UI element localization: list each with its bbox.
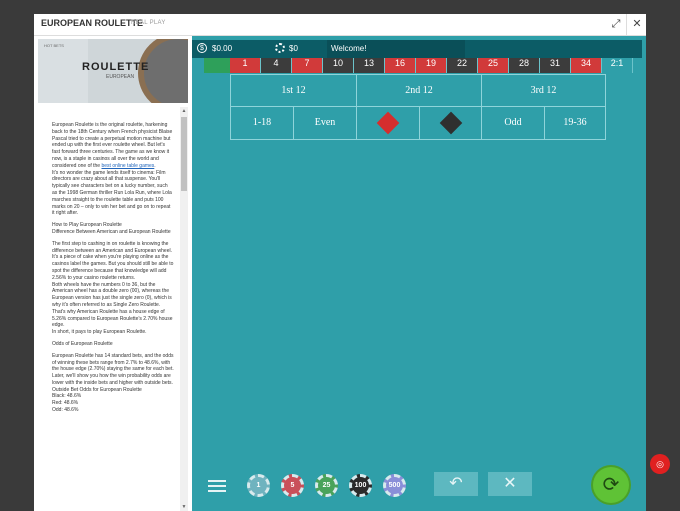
bet-odd[interactable]: Odd [481,107,544,139]
best-online-table-games-link[interactable]: best online table games [101,163,154,169]
number-cell[interactable]: 22 [447,58,478,73]
title-bar: EUROPEAN ROULETTE REAL PLAY ⤢ ✕ [34,14,646,36]
number-cell[interactable]: 1 [230,58,261,73]
bet-black[interactable] [419,107,481,139]
number-cell[interactable]: 34 [571,58,602,73]
bet-second-dozen[interactable]: 2nd 12 [356,75,481,107]
game-modal: EUROPEAN ROULETTE REAL PLAY ⤢ ✕ HOT BETS… [34,14,646,511]
menu-bar [208,485,226,487]
scroll-down-icon[interactable]: ▼ [180,503,188,511]
info-sidebar: HOT BETS ROULETTE EUROPEAN European Roul… [34,36,190,511]
balance-value: $0.00 [212,44,233,53]
column-bet-cell[interactable]: 2:1 [602,58,633,73]
dozens-row: 1st 12 2nd 12 3rd 12 [230,74,606,107]
scroll-up-icon[interactable]: ▲ [180,107,188,115]
article-paragraph: The first step to cashing in on roulette… [52,241,174,336]
game-status-bar: $ $0.00 $0 Welcome! [192,40,642,58]
number-cell[interactable]: 16 [385,58,416,73]
close-icon[interactable]: ✕ [626,14,646,35]
zero-cell[interactable] [204,58,230,73]
thumbnail-panel [38,39,88,103]
menu-bar [208,490,226,492]
bet-low[interactable]: 1-18 [230,107,293,139]
bet-third-dozen[interactable]: 3rd 12 [481,75,606,107]
heading-text: Difference Between American and European… [52,228,171,235]
menu-icon[interactable] [206,477,228,495]
heading-text: Outside Bet Odds for European Roulette [52,386,142,393]
window-title: EUROPEAN ROULETTE [41,18,144,28]
bet-red[interactable] [356,107,419,139]
chip-100[interactable]: 100 [349,474,372,497]
bet-high[interactable]: 19-36 [544,107,606,139]
clear-icon[interactable]: ✕ [488,472,532,496]
bet-value: $0 [289,44,298,53]
article-paragraph: European Roulette has 14 standard bets, … [52,353,174,414]
article-text-span: European Roulette has 14 standard bets, … [52,352,174,386]
number-cell[interactable]: 13 [354,58,385,73]
article-heading: How to Play European Roulette Difference … [52,222,174,236]
bet-even[interactable]: Even [293,107,356,139]
odds-line: Odd: 48.6% [52,407,79,414]
number-cell[interactable]: 28 [509,58,540,73]
scrollbar-thumb[interactable] [181,117,187,191]
dollar-coin-icon: $ [197,43,207,53]
number-cell[interactable]: 10 [323,58,354,73]
article-text: European Roulette is the original roulet… [38,107,178,414]
spin-icon[interactable]: ⟳ [593,467,629,503]
article-text-span: Both wheels have the numbers 0 to 36, bu… [52,281,173,329]
expand-icon[interactable]: ⤢ [606,14,626,35]
article-pane[interactable]: European Roulette is the original roulet… [38,107,178,511]
article-heading: Odds of European Roulette [52,340,113,347]
chip-5[interactable]: 5 [281,474,304,497]
article-text-span: It's no wonder the game lends itself to … [52,169,172,217]
chip-25[interactable]: 25 [315,474,338,497]
roulette-logo: ROULETTE [82,61,150,73]
red-diamond-icon [376,111,400,135]
thumbnail-mini-label: HOT BETS [44,43,64,48]
article-scrollbar[interactable]: ▲ ▼ [180,107,188,511]
article-text-span: European Roulette is the original roulet… [52,122,173,169]
welcome-message: Welcome! [331,44,367,53]
menu-bar [208,480,226,482]
chip-500[interactable]: 500 [383,474,406,497]
number-cell[interactable]: 19 [416,58,447,73]
roulette-game: $ $0.00 $0 Welcome! 1 4 7 10 13 16 19 22 25 28 31 3… [192,36,646,511]
chip-icon [275,43,285,53]
article-paragraph: European Roulette is the original roulet… [52,122,174,217]
number-cell[interactable]: 7 [292,58,323,73]
odds-line: Red: 48.6% [52,400,79,407]
article-text-span: The first step to cashing in on roulette… [52,240,174,281]
chip-1[interactable]: 1 [247,474,270,497]
roulette-logo-sub: EUROPEAN [106,74,135,80]
article-text-span: In short, it pays to play European Roule… [52,329,147,336]
odds-line: Black: 48.6% [52,393,82,400]
heading-text: How to Play European Roulette [52,222,122,229]
number-cell[interactable]: 4 [261,58,292,73]
play-mode-label: REAL PLAY [131,20,166,26]
number-cell[interactable]: 31 [540,58,571,73]
game-thumbnail: HOT BETS ROULETTE EUROPEAN [38,39,188,103]
black-diamond-icon [439,111,463,135]
bet-first-dozen[interactable]: 1st 12 [230,75,356,107]
number-cell[interactable]: 25 [478,58,509,73]
article-text-span: . [154,162,156,169]
outside-bets-row: 1-18 Even Odd 19-36 [230,106,606,140]
undo-icon[interactable]: ↶ [434,472,478,496]
chat-icon[interactable]: ◎ [650,454,670,474]
